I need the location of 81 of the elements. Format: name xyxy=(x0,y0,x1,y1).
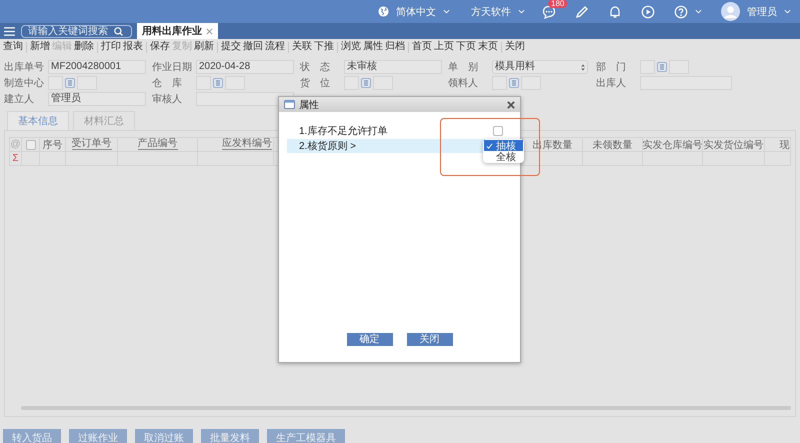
toolbar-button[interactable]: 下推 xyxy=(313,41,335,53)
search-icon[interactable] xyxy=(114,26,123,36)
toolbar-button[interactable]: 删除 xyxy=(73,41,95,53)
toolbar-button[interactable]: 末页 xyxy=(477,41,499,53)
text-field[interactable]: 管理员 xyxy=(48,92,146,106)
dialog-button[interactable]: 关闭 xyxy=(406,333,452,346)
user-name[interactable]: 管理员 xyxy=(747,4,777,18)
menu-option[interactable]: 全核 xyxy=(484,151,523,162)
toolbar-button[interactable]: 流程 xyxy=(264,41,286,53)
toolbar-button[interactable]: 保存 xyxy=(149,41,171,53)
toolbar-button[interactable]: 刷新 xyxy=(193,41,215,53)
pencil-icon[interactable] xyxy=(575,4,589,18)
text-field[interactable]: 2020-04-28 xyxy=(196,60,294,74)
toolbar-button[interactable]: 撤回 xyxy=(242,41,264,53)
notification-badge: 180 xyxy=(548,0,568,8)
field-label: 审核人 xyxy=(152,92,183,106)
field-label: 作业日期 xyxy=(152,60,193,74)
dialog-title: 属性 xyxy=(299,98,320,112)
bell-icon[interactable] xyxy=(608,4,622,18)
column-header[interactable]: 实发仓库编号 xyxy=(643,138,702,151)
column-header[interactable]: 受订单号 xyxy=(72,139,112,150)
toolbar-button[interactable]: 新增 xyxy=(29,41,51,53)
page-tab[interactable]: 用料出库作业 xyxy=(137,23,218,39)
company-selector[interactable]: 方天软件 xyxy=(471,4,511,18)
field-label: 制造中心 xyxy=(4,76,45,90)
dialog-button[interactable]: 确定 xyxy=(346,333,392,346)
chevron-down-icon[interactable] xyxy=(518,9,525,14)
column-header: @ xyxy=(10,139,21,150)
field-label: 部 门 xyxy=(596,60,627,74)
column-header[interactable]: 现 xyxy=(780,138,790,151)
play-icon[interactable] xyxy=(641,4,655,18)
select-field[interactable]: 模具用料 xyxy=(492,60,588,74)
lookup-icon[interactable] xyxy=(213,78,223,88)
toolbar-button[interactable]: 归档 xyxy=(384,41,406,53)
field-label: 仓 库 xyxy=(152,76,183,90)
language-selector[interactable]: 简体中文 xyxy=(396,4,436,18)
check-icon xyxy=(486,142,493,148)
field-label: 出库人 xyxy=(596,76,627,90)
chat-icon[interactable] xyxy=(542,4,556,18)
toolbar-button[interactable]: 关闭 xyxy=(504,41,526,53)
text-field[interactable]: 未审核 xyxy=(344,60,442,74)
chevron-down-icon[interactable] xyxy=(443,9,450,14)
chevron-down-icon[interactable] xyxy=(695,9,702,14)
toolbar-button[interactable]: 属性 xyxy=(362,41,384,53)
window-icon xyxy=(284,100,295,109)
column-header[interactable]: 未领数量 xyxy=(592,138,632,151)
toolbar-button[interactable]: 查询 xyxy=(2,41,24,53)
toolbar-button[interactable]: 打印 xyxy=(100,41,122,53)
field-label: 领料人 xyxy=(448,76,479,90)
column-header[interactable]: 序号 xyxy=(42,138,62,151)
toolbar-button[interactable]: 浏览 xyxy=(340,41,362,53)
select-all-checkbox[interactable] xyxy=(26,140,36,150)
close-icon[interactable] xyxy=(507,100,515,108)
menu-option[interactable]: 抽核 xyxy=(484,140,523,151)
toolbar-button[interactable]: 首页 xyxy=(411,41,433,53)
help-icon[interactable] xyxy=(674,4,688,18)
toolbar-button[interactable]: 上页 xyxy=(433,41,455,53)
updown-icon xyxy=(581,64,585,70)
menu-icon[interactable] xyxy=(4,26,15,36)
lookup-icon[interactable] xyxy=(361,78,371,88)
field-label: 单 别 xyxy=(448,60,479,74)
toolbar-button[interactable]: 提交 xyxy=(220,41,242,53)
toolbar-button[interactable]: 关联 xyxy=(291,41,313,53)
globe-icon[interactable] xyxy=(378,6,389,17)
sum-mark: Σ xyxy=(12,153,19,164)
checkbox[interactable] xyxy=(493,126,503,136)
lookup-icon[interactable] xyxy=(509,78,519,88)
text-field[interactable]: MF2004280001 xyxy=(48,60,146,74)
lookup-icon[interactable] xyxy=(657,62,667,72)
field-label: 状 态 xyxy=(300,60,331,74)
column-header[interactable]: 实发货位编号 xyxy=(704,138,764,151)
option-row[interactable]: 1.库存不足允许打单 xyxy=(287,124,520,138)
field-label: 出库单号 xyxy=(4,60,45,74)
chevron-down-icon[interactable] xyxy=(784,9,791,14)
field-label: 建立人 xyxy=(4,92,35,106)
field-label: 货 位 xyxy=(300,77,331,90)
close-icon[interactable] xyxy=(206,28,213,34)
avatar-icon[interactable] xyxy=(721,2,740,21)
toolbar-button[interactable]: 报表 xyxy=(122,41,144,53)
toolbar-button[interactable]: 下页 xyxy=(455,41,477,53)
lookup-icon[interactable] xyxy=(65,78,75,88)
